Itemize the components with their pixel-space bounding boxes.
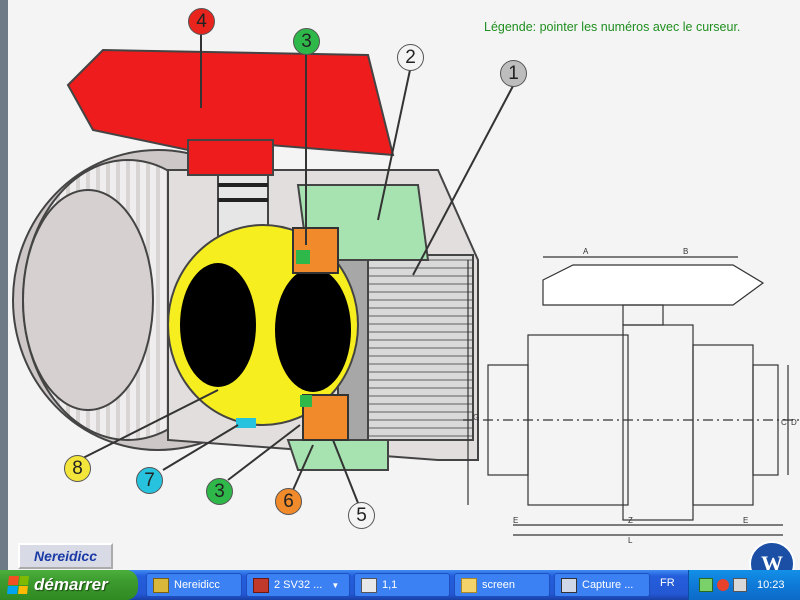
legend-hint: Légende: pointer les numéros avec le cur… bbox=[484, 20, 741, 34]
monitor-icon bbox=[561, 577, 577, 593]
dim-label-b: B bbox=[683, 247, 688, 256]
security-alert-icon[interactable] bbox=[717, 579, 729, 591]
technical-drawing: A B G C D E Z E L bbox=[463, 247, 800, 545]
dim-label-e-left: E bbox=[513, 516, 518, 525]
program-group-icon bbox=[253, 577, 269, 593]
dim-label-d: D bbox=[791, 418, 797, 427]
dim-label-c: C bbox=[781, 418, 787, 427]
task-1-1[interactable]: 1,1 bbox=[354, 573, 450, 597]
nereidicc-button[interactable]: Nereidicc bbox=[18, 543, 113, 569]
callout-3-bottom[interactable]: 3 bbox=[206, 478, 233, 505]
app-window-icon bbox=[153, 577, 169, 593]
callout-4[interactable]: 4 bbox=[188, 8, 215, 35]
dim-label-g: G bbox=[473, 413, 479, 422]
task-sv32[interactable]: 2 SV32 ... ▼ bbox=[246, 573, 350, 597]
callout-8[interactable]: 8 bbox=[64, 455, 91, 482]
task-nereidicc[interactable]: Nereidicc bbox=[146, 573, 242, 597]
task-screen[interactable]: screen bbox=[454, 573, 550, 597]
dim-label-a: A bbox=[583, 247, 589, 256]
dim-label-z: Z bbox=[628, 516, 633, 525]
windows-flag-icon bbox=[7, 576, 29, 594]
printer-icon bbox=[361, 577, 377, 593]
taskbar: démarrer Nereidicc 2 SV32 ... ▼ 1,1 scre… bbox=[0, 570, 800, 600]
diagram-area: A B G C D E Z E L Légende: pointer les n… bbox=[0, 0, 800, 587]
start-label: démarrer bbox=[34, 575, 108, 594]
language-indicator[interactable]: FR bbox=[660, 577, 675, 589]
callout-3-top[interactable]: 3 bbox=[293, 28, 320, 55]
start-button[interactable]: démarrer bbox=[0, 570, 138, 600]
callout-2[interactable]: 2 bbox=[397, 44, 424, 71]
clock: 10:23 bbox=[757, 579, 785, 591]
volume-icon[interactable] bbox=[733, 578, 747, 592]
system-tray: 10:23 bbox=[688, 570, 800, 600]
callout-7[interactable]: 7 bbox=[136, 467, 163, 494]
folder-icon bbox=[461, 577, 477, 593]
network-icon[interactable] bbox=[699, 578, 713, 592]
task-capture[interactable]: Capture ... bbox=[554, 573, 650, 597]
callout-1[interactable]: 1 bbox=[500, 60, 527, 87]
callout-6[interactable]: 6 bbox=[275, 488, 302, 515]
dim-label-l: L bbox=[628, 536, 633, 545]
dim-label-e-right: E bbox=[743, 516, 748, 525]
chevron-down-icon: ▼ bbox=[331, 580, 340, 590]
callout-5[interactable]: 5 bbox=[348, 502, 375, 529]
